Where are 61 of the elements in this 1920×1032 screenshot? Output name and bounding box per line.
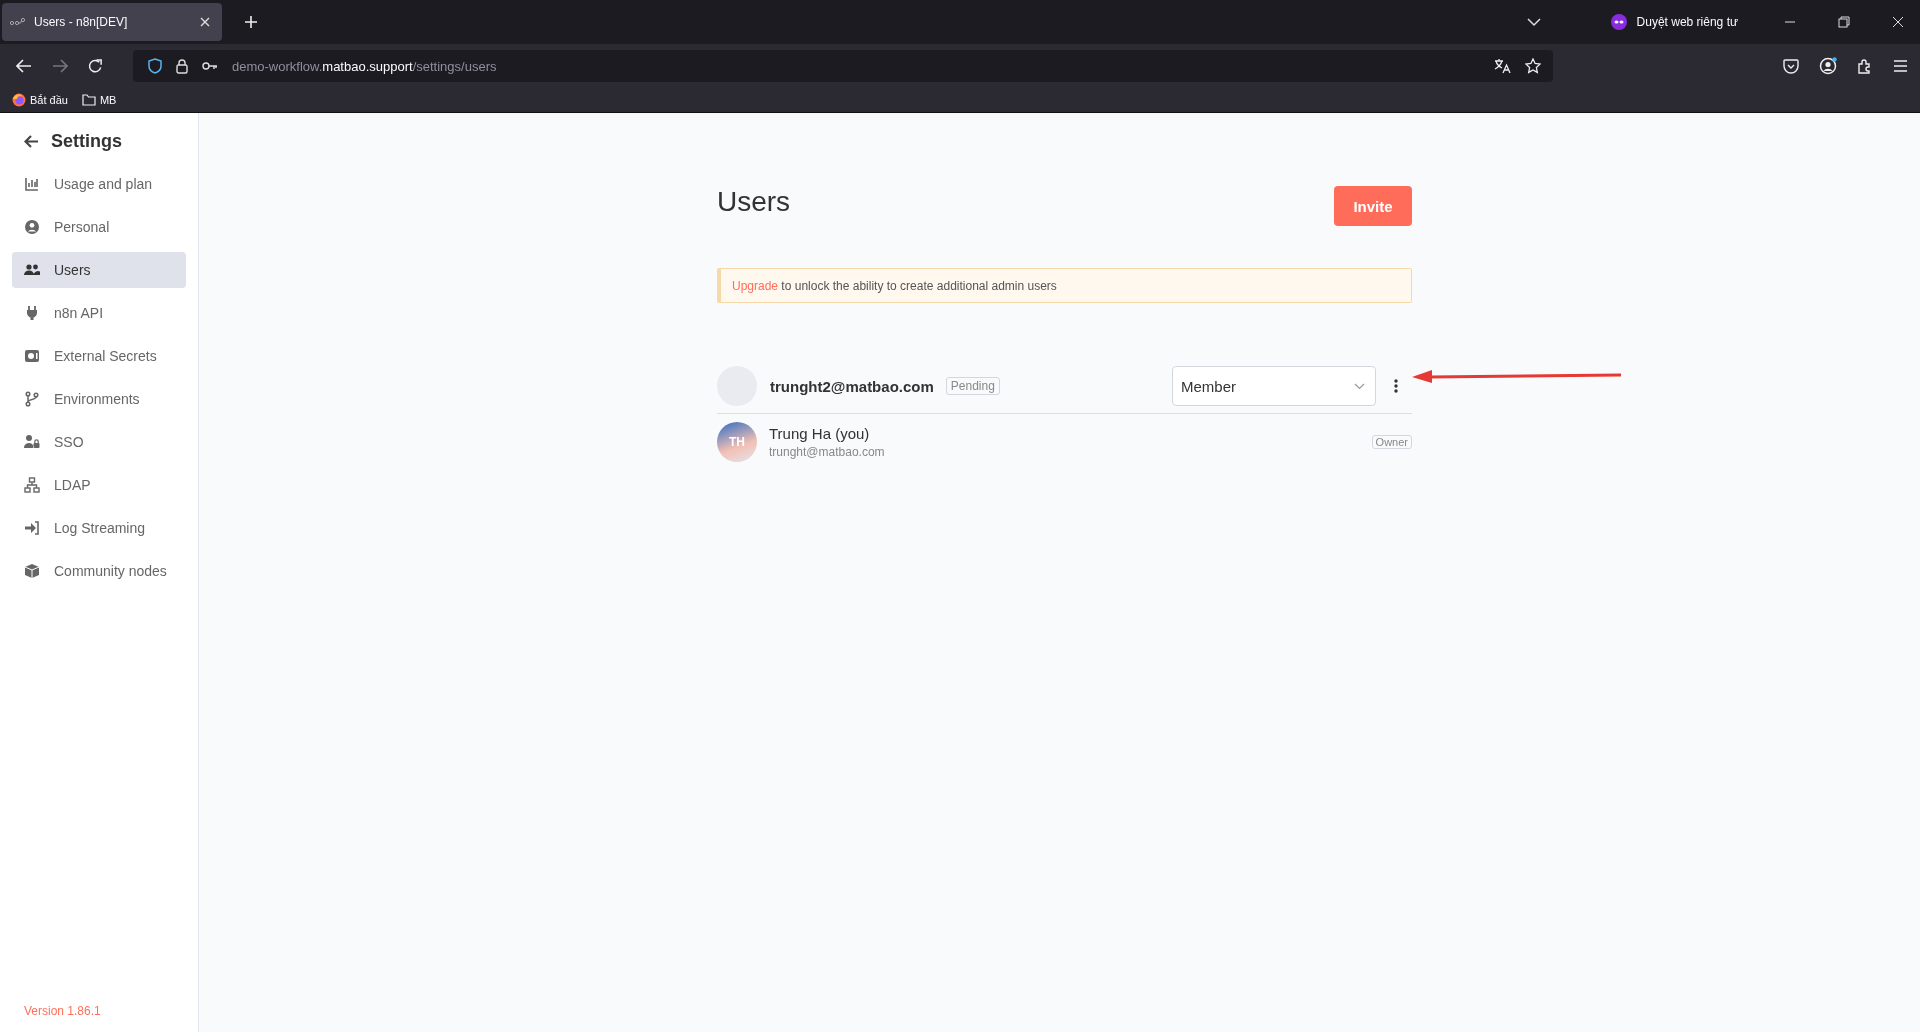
sidebar-item[interactable]: LDAP	[12, 467, 186, 503]
menu-item-icon	[24, 477, 40, 493]
bookmark[interactable]: MB	[81, 94, 117, 106]
sidebar-item[interactable]: Personal	[12, 209, 186, 245]
key-icon	[202, 61, 218, 71]
address-bar[interactable]: demo-workflow.matbao.support/settings/users	[133, 50, 1553, 82]
shield-icon	[148, 58, 162, 74]
fox-logo-icon	[12, 93, 26, 107]
sidebar-item[interactable]: Environments	[12, 381, 186, 417]
star-icon[interactable]	[1525, 58, 1541, 74]
sidebar-item[interactable]: SSO	[12, 424, 186, 460]
menu-item-icon	[24, 262, 40, 278]
menu-item-icon	[24, 391, 40, 407]
menu-item-icon	[24, 563, 40, 579]
url-text: demo-workflow.matbao.support/settings/users	[232, 58, 497, 74]
banner-text: Upgrade to unlock the ability to create additional admin users	[732, 278, 1057, 293]
role-tag: Owner	[1371, 435, 1412, 449]
sidebar-title: Settings	[51, 131, 122, 152]
menu-item-icon	[24, 520, 40, 536]
translate-icon[interactable]	[1494, 58, 1511, 74]
close-icon[interactable]	[200, 17, 210, 27]
restore-icon[interactable]	[1838, 16, 1850, 28]
back-arrow-icon[interactable]	[24, 135, 39, 148]
lock-icon	[176, 58, 188, 74]
user-name: Trung Ha (you)	[769, 425, 871, 442]
sidebar-item[interactable]: Usage and plan	[12, 166, 186, 202]
menu-icon[interactable]	[1893, 60, 1908, 72]
account-icon[interactable]	[1819, 57, 1837, 75]
mask-icon	[1610, 14, 1627, 30]
puzzle-icon[interactable]	[1857, 58, 1873, 74]
sidebar-item[interactable]: Community nodes	[12, 553, 186, 589]
folder-icon	[81, 94, 96, 106]
tab-title: Users - n8n[DEV]	[34, 15, 129, 29]
pocket-icon[interactable]	[1783, 58, 1799, 74]
private-browsing-label: Duyệt web riêng tư	[1636, 15, 1738, 29]
more-options-icon[interactable]	[1394, 379, 1398, 393]
menu-item-icon	[24, 176, 40, 192]
page-title: Users	[717, 186, 791, 218]
menu-item-icon	[24, 305, 40, 321]
new-tab-icon[interactable]	[244, 15, 258, 29]
menu-item-icon	[24, 434, 40, 450]
user-email: trunght@matbao.com	[769, 445, 885, 459]
status-tag: Pending	[945, 377, 1000, 395]
chevron-down-icon	[1354, 382, 1365, 390]
chevron-down-icon[interactable]	[1526, 17, 1541, 27]
sidebar-item[interactable]: Users	[12, 252, 186, 288]
bookmark[interactable]: Bắt đầu	[12, 93, 68, 107]
role-select[interactable]: Member	[1172, 366, 1376, 406]
browser-tab[interactable]: Users - n8n[DEV]	[2, 3, 222, 41]
sidebar-item[interactable]: Log Streaming	[12, 510, 186, 546]
version-label: Version 1.86.1	[23, 1004, 102, 1018]
forward-arrow-icon[interactable]	[52, 59, 68, 73]
avatar-initials: TH	[729, 435, 745, 449]
user-email: trunght2@matbao.com	[770, 377, 934, 395]
menu-item-icon	[24, 348, 40, 364]
menu-item-icon	[24, 219, 40, 235]
reload-icon[interactable]	[88, 58, 103, 74]
workflow-icon	[10, 17, 26, 27]
sidebar-item[interactable]: n8n API	[12, 295, 186, 331]
close-icon[interactable]	[1892, 16, 1904, 28]
sidebar-item[interactable]: External Secrets	[12, 338, 186, 374]
